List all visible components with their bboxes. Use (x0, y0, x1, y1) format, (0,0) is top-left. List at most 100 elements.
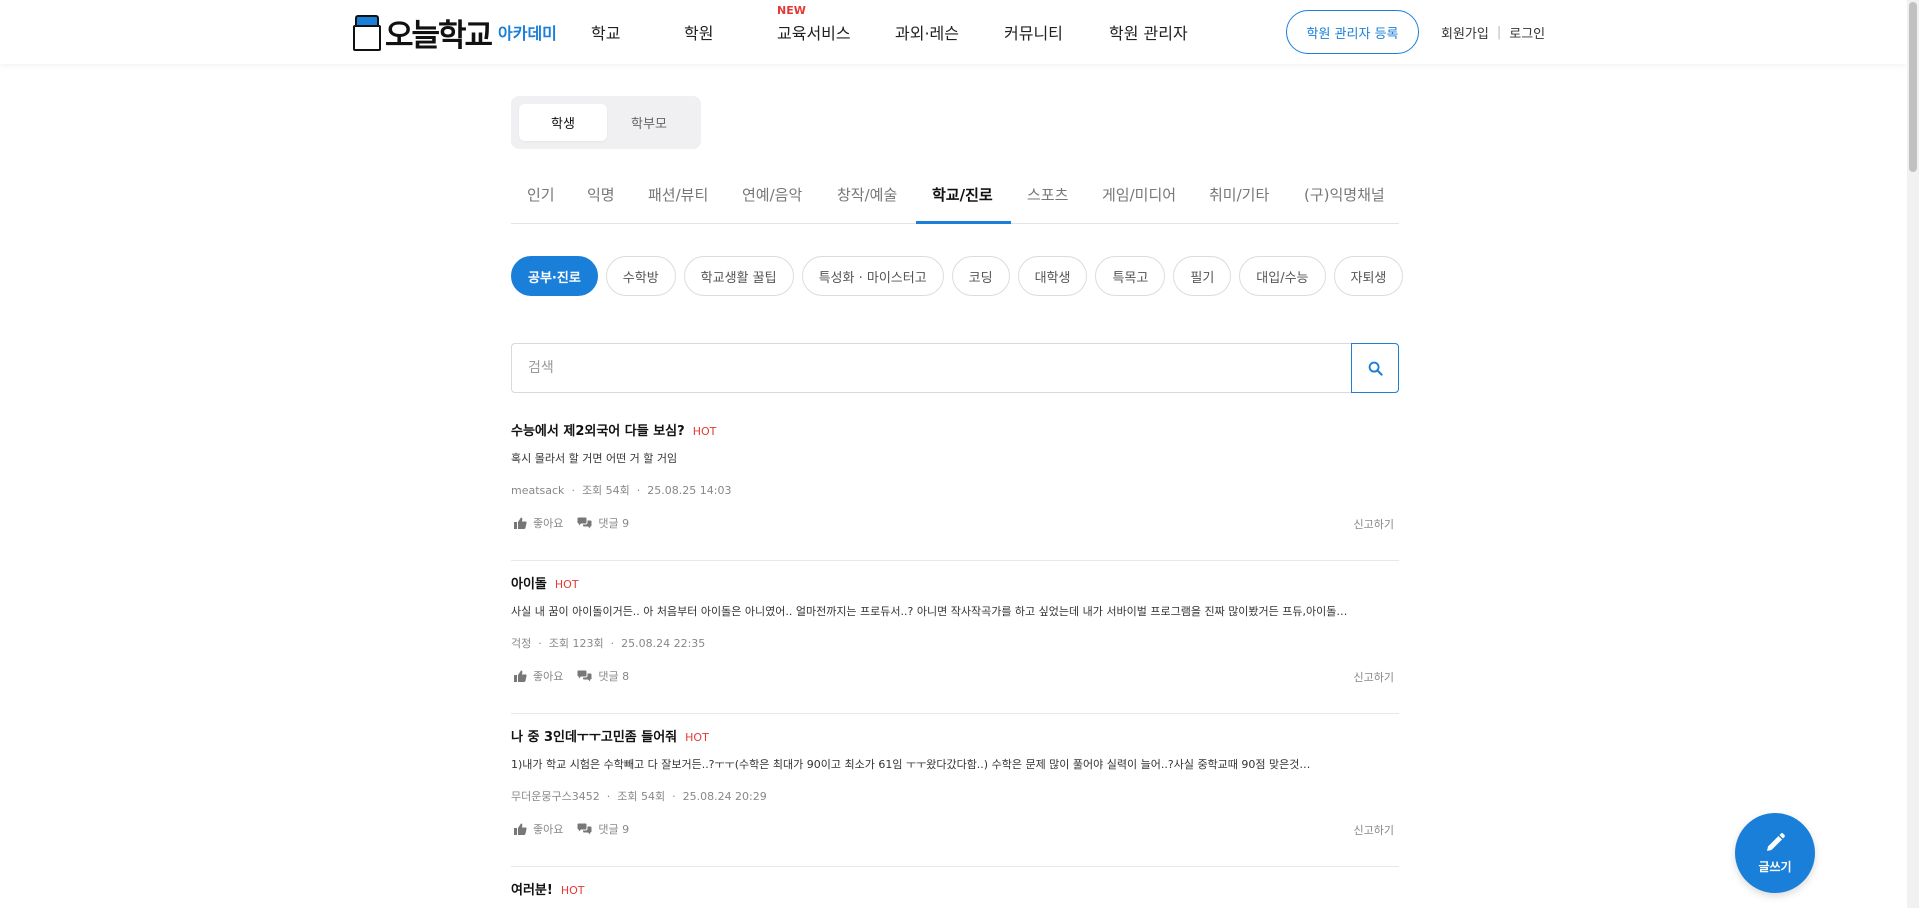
like-button[interactable]: 좋아요 (514, 821, 563, 837)
post-item[interactable]: 아이돌 HOT 사실 내 꿈이 아이돌이거든.. 아 처음부터 아이돌은 아니였… (511, 561, 1399, 714)
chip-vocational-meister[interactable]: 특성화 · 마이스터고 (801, 256, 944, 296)
report-link[interactable]: 신고하기 (1354, 822, 1394, 838)
login-link[interactable]: 로그인 (1509, 23, 1545, 42)
top-header: 오늘학교 아카데미 학교 학원 NEW 교육서비스 과외·레슨 커뮤니티 학원 … (0, 0, 1907, 64)
post-title-row: 여러분! HOT (511, 879, 584, 898)
thumbs-up-icon (514, 823, 527, 835)
post-actions: 좋아요 댓글 9 (514, 515, 643, 531)
comment-count: 댓글 8 (598, 670, 630, 683)
chip-math-room[interactable]: 수학방 (605, 256, 676, 296)
logo-text: 오늘학교 (385, 17, 493, 54)
like-button[interactable]: 좋아요 (514, 668, 563, 684)
chip-special-purpose-high[interactable]: 특목고 (1095, 256, 1166, 296)
tab-anonymous[interactable]: 익명 (587, 184, 615, 205)
post-item[interactable]: 수능에서 제2외국어 다들 보심? HOT 혹시 몰라서 할 거면 어떤 거 할… (511, 408, 1399, 561)
tab-game-media[interactable]: 게임/미디어 (1102, 184, 1176, 205)
thumbs-up-icon (514, 670, 527, 682)
tab-school-career[interactable]: 학교/진로 (932, 184, 993, 205)
tab-entertainment-music[interactable]: 연예/음악 (742, 184, 802, 205)
post-author: 걱정 (511, 637, 532, 650)
search-button[interactable] (1351, 343, 1399, 393)
category-tabs: 인기 익명 패션/뷰티 연예/음악 창작/예술 학교/진로 스포츠 게임/미디어… (511, 170, 1399, 224)
tab-old-anonymous-channel[interactable]: (구)익명채널 (1304, 184, 1385, 205)
chip-university-student[interactable]: 대학생 (1017, 256, 1088, 296)
post-views: 조회 54회 (581, 484, 630, 497)
post-title-row: 나 중 3인데ㅜㅜ고민좀 들어줘 HOT (511, 726, 709, 745)
comment-count: 댓글 9 (598, 517, 630, 530)
post-title[interactable]: 아이돌 (511, 573, 547, 592)
chip-dropouts[interactable]: 자퇴생 (1333, 256, 1404, 296)
post-meta: meatsack · 조회 54회 · 25.08.25 14:03 (511, 484, 732, 497)
tab-creative-art[interactable]: 창작/예술 (837, 184, 897, 205)
scrollbar-thumb[interactable] (1909, 2, 1917, 172)
tab-sports[interactable]: 스포츠 (1027, 184, 1068, 205)
nav-community[interactable]: 커뮤니티 (1004, 20, 1063, 44)
academy-link[interactable]: 아카데미 (498, 20, 557, 44)
nav-education-service[interactable]: 교육서비스 (777, 20, 851, 44)
role-parent-button[interactable]: 학부모 (605, 104, 693, 141)
post-meta: 걱정 · 조회 123회 · 25.08.24 22:35 (511, 637, 706, 650)
comment-count: 댓글 9 (598, 823, 630, 836)
post-actions: 좋아요 댓글 8 (514, 668, 643, 684)
chip-school-life-tips[interactable]: 학교생활 꿀팁 (683, 256, 794, 296)
new-badge: NEW (777, 4, 806, 17)
post-title-row: 수능에서 제2외국어 다들 보심? HOT (511, 420, 716, 439)
thumbs-up-icon (514, 517, 527, 529)
comment-button[interactable]: 댓글 8 (577, 668, 629, 684)
comment-button[interactable]: 댓글 9 (577, 515, 629, 531)
chip-study-career[interactable]: 공부·진로 (511, 256, 598, 296)
search-input[interactable] (511, 343, 1352, 393)
subcategory-chips: 공부·진로 수학방 학교생활 꿀팁 특성화 · 마이스터고 코딩 대학생 특목고… (511, 256, 1404, 296)
comments-icon (577, 823, 592, 835)
active-tab-indicator (916, 221, 1011, 224)
page-scrollbar[interactable] (1907, 0, 1919, 908)
post-excerpt: 혹시 몰라서 할 거면 어떤 거 할 거임 (511, 452, 678, 465)
post-title[interactable]: 수능에서 제2외국어 다들 보심? (511, 420, 685, 439)
report-link[interactable]: 신고하기 (1354, 669, 1394, 685)
chip-college-entrance[interactable]: 대입/수능 (1239, 256, 1326, 296)
tab-fashion-beauty[interactable]: 패션/뷰티 (648, 184, 708, 205)
hot-badge: HOT (560, 884, 585, 897)
nav-academy-admin[interactable]: 학원 관리자 (1109, 20, 1188, 44)
chip-notes[interactable]: 필기 (1173, 256, 1232, 296)
hot-badge: HOT (692, 425, 717, 438)
register-academy-admin-button[interactable]: 학원 관리자 등록 (1286, 10, 1419, 54)
like-label: 좋아요 (533, 823, 564, 836)
write-post-label: 글쓰기 (1758, 859, 1792, 874)
report-link[interactable]: 신고하기 (1354, 516, 1394, 532)
search-icon (1368, 361, 1383, 376)
post-views: 조회 123회 (548, 637, 604, 650)
comment-button[interactable]: 댓글 9 (577, 821, 629, 837)
like-label: 좋아요 (533, 670, 564, 683)
post-author: meatsack (511, 484, 565, 497)
tab-hobby-etc[interactable]: 취미/기타 (1209, 184, 1269, 205)
post-item[interactable]: 여러분! HOT (511, 867, 1399, 908)
post-excerpt: 1)내가 학교 시험은 수학빼고 다 잘보거든..?ㅜㅜ(수학은 최대가 90이… (511, 758, 1311, 771)
write-post-button[interactable]: 글쓰기 (1735, 813, 1815, 893)
tab-popular[interactable]: 인기 (527, 184, 555, 205)
pencil-icon (1767, 832, 1785, 851)
site-logo[interactable]: 오늘학교 (353, 12, 493, 54)
auth-links: 회원가입 | 로그인 (1441, 23, 1545, 42)
chip-coding[interactable]: 코딩 (951, 256, 1010, 296)
search-bar (511, 343, 1399, 393)
post-date: 25.08.24 22:35 (621, 637, 706, 650)
role-toggle: 학생 학부모 (511, 96, 701, 149)
nav-academy[interactable]: 학원 (684, 20, 713, 44)
signup-link[interactable]: 회원가입 (1441, 23, 1489, 42)
nav-tutoring[interactable]: 과외·레슨 (895, 20, 959, 44)
post-title[interactable]: 여러분! (511, 879, 553, 898)
post-item[interactable]: 나 중 3인데ㅜㅜ고민좀 들어줘 HOT 1)내가 학교 시험은 수학빼고 다 … (511, 714, 1399, 867)
post-title-row: 아이돌 HOT (511, 573, 579, 592)
comments-icon (577, 670, 592, 682)
post-excerpt: 사실 내 꿈이 아이돌이거든.. 아 처음부터 아이돌은 아니였어.. 얼마전까… (511, 605, 1348, 618)
nav-school[interactable]: 학교 (591, 20, 620, 44)
post-actions: 좋아요 댓글 9 (514, 821, 643, 837)
post-meta: 무더운뭉구스3452 · 조회 54회 · 25.08.24 20:29 (511, 790, 767, 803)
post-title[interactable]: 나 중 3인데ㅜㅜ고민좀 들어줘 (511, 726, 677, 745)
role-student-button[interactable]: 학생 (519, 104, 607, 141)
milk-carton-logo-icon (353, 13, 381, 51)
post-date: 25.08.25 14:03 (647, 484, 732, 497)
hot-badge: HOT (685, 731, 709, 744)
like-button[interactable]: 좋아요 (514, 515, 563, 531)
